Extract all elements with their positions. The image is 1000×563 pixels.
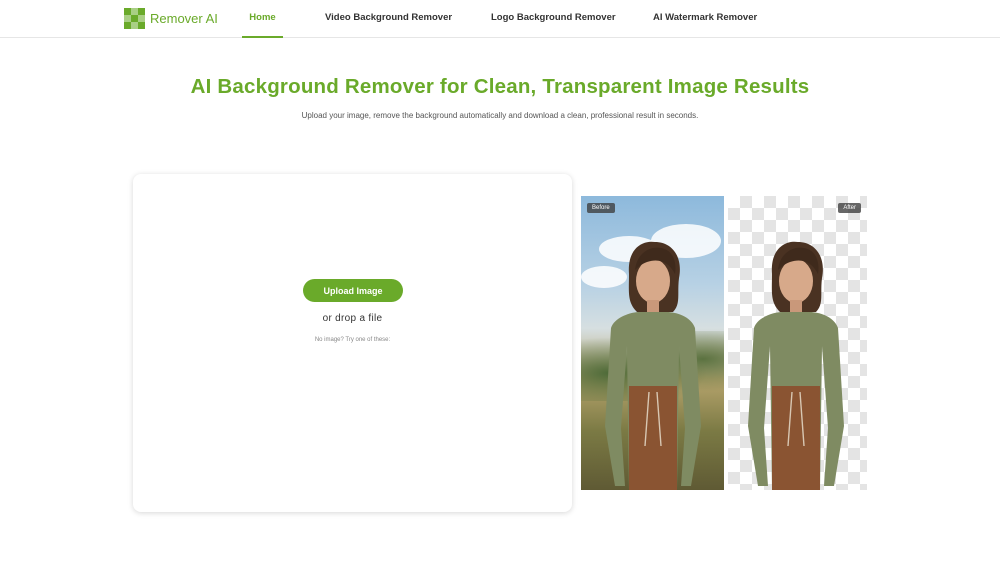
before-after-preview: Before After	[581, 196, 867, 490]
brand-name: Remover AI	[150, 11, 218, 26]
nav-ai-watermark-remover[interactable]: AI Watermark Remover	[653, 0, 757, 38]
nav-video-background-remover[interactable]: Video Background Remover	[325, 0, 452, 38]
nav-home[interactable]: Home	[242, 0, 283, 38]
drop-file-hint: or drop a file	[322, 313, 383, 324]
checkerboard-logo-icon	[124, 8, 145, 29]
brand-logo-link[interactable]: Remover AI	[124, 8, 218, 29]
after-label: After	[838, 203, 861, 213]
page-subtitle: Upload your image, remove the background…	[301, 111, 699, 120]
upload-dropzone[interactable]: Upload Image or drop a file No image? Tr…	[133, 174, 572, 512]
page-title: AI Background Remover for Clean, Transpa…	[190, 75, 810, 98]
sample-images-hint: No image? Try one of these:	[314, 337, 391, 343]
woman-figure-illustration	[605, 241, 701, 490]
after-image: After	[728, 196, 867, 490]
upload-image-button[interactable]: Upload Image	[303, 279, 403, 302]
nav-logo-background-remover[interactable]: Logo Background Remover	[491, 0, 616, 38]
woman-figure-cutout-illustration	[748, 241, 844, 490]
before-image: Before	[581, 196, 724, 490]
top-nav-bar: Remover AI Home Video Background Remover…	[0, 0, 1000, 38]
before-label: Before	[587, 203, 615, 213]
